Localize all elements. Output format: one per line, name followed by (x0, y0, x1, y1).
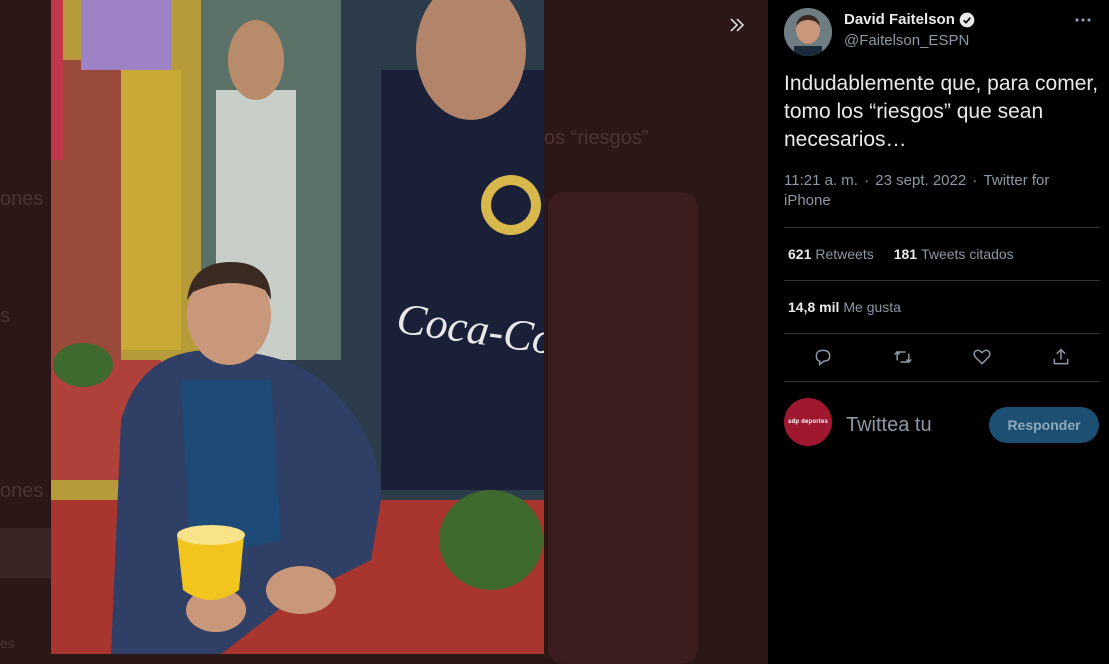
tweet-text: Indudablemente que, para comer, tomo los… (784, 72, 1099, 151)
author-handle[interactable]: @Faitelson_ESPN (844, 32, 969, 49)
backdrop-highlight (0, 528, 52, 578)
tweet-actions (784, 338, 1100, 378)
retweets-link[interactable]: 621 Retweets (788, 246, 874, 262)
more-horizontal-icon (1075, 18, 1091, 22)
verified-badge-icon (959, 12, 975, 27)
current-user-avatar[interactable]: sdp deportes (784, 398, 832, 446)
like-stats: 14,8 mil Me gusta (788, 299, 901, 315)
chevrons-right-icon (730, 18, 745, 32)
heart-icon (973, 349, 991, 365)
tweet-detail-panel: David Faitelson @Faitelson_ESPN Indudabl… (768, 0, 1109, 664)
share-button[interactable] (1048, 344, 1074, 370)
divider (784, 333, 1100, 334)
retweets-count: 621 (788, 246, 812, 262)
like-button[interactable] (969, 344, 995, 370)
expand-photo-button[interactable] (722, 10, 752, 40)
backdrop-text: es (0, 635, 15, 651)
likes-count: 14,8 mil (788, 299, 840, 315)
reply-input[interactable] (846, 410, 976, 440)
reply-button[interactable] (810, 344, 836, 370)
backdrop-text: s (0, 305, 10, 327)
divider (784, 381, 1100, 382)
quotes-label: Tweets citados (921, 246, 1014, 262)
quotes-count: 181 (893, 246, 918, 262)
quotes-link[interactable]: 181 Tweets citados (894, 246, 1014, 262)
avatar-text: sdp deportes (787, 419, 829, 425)
retweet-stats: 621 Retweets 181 Tweets citados (788, 246, 1014, 262)
avatar-image (784, 8, 832, 56)
share-icon (1053, 348, 1069, 365)
retweet-button[interactable] (890, 344, 916, 370)
retweet-icon (894, 350, 912, 364)
more-options-button[interactable] (1072, 12, 1094, 28)
backdrop-text: os “riesgos” (544, 127, 649, 149)
reply-submit-button[interactable]: Responder (989, 407, 1099, 443)
author-name-row: David Faitelson (844, 11, 975, 28)
divider (784, 280, 1100, 281)
tweet-photo[interactable]: Coca-Cola (51, 0, 544, 654)
likes-link[interactable]: 14,8 mil Me gusta (788, 299, 901, 315)
likes-label: Me gusta (843, 299, 901, 315)
tweet-author: David Faitelson @Faitelson_ESPN (784, 6, 1094, 56)
retweets-label: Retweets (815, 246, 874, 262)
tweet-metadata: 11:21 a. m. · 23 sept. 2022 · Twitter fo… (784, 172, 1050, 209)
divider (784, 227, 1100, 228)
author-name[interactable]: David Faitelson (844, 11, 955, 28)
tweet-date[interactable]: 23 sept. 2022 (875, 172, 966, 189)
backdrop-card (548, 192, 698, 664)
avatar[interactable] (784, 8, 832, 56)
photo-illustration: Coca-Cola (51, 0, 544, 654)
tweet-time[interactable]: 11:21 a. m. (784, 172, 858, 189)
backdrop-text: ones (0, 480, 44, 502)
reply-icon (815, 349, 831, 367)
backdrop-text: ones (0, 188, 44, 210)
